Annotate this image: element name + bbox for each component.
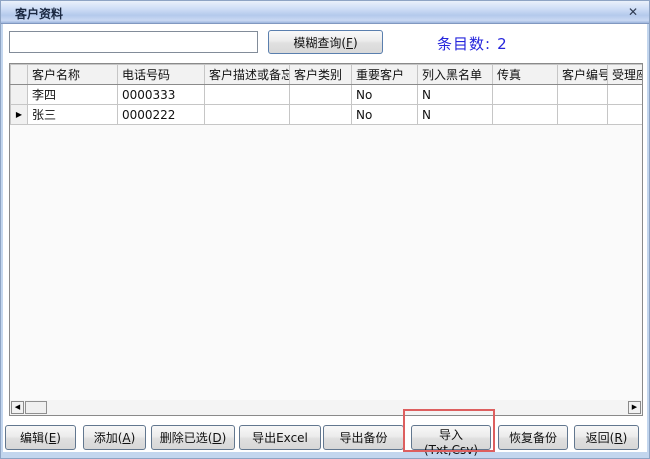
column-header-customer-id[interactable]: 客户编号 [558,65,608,85]
cell-phone[interactable]: 0000222 [118,105,205,125]
entry-count: 条目数: 2 [437,33,508,54]
add-button[interactable]: 添加(A) [83,425,146,450]
entry-count-value: 2 [497,35,508,53]
scrollbar-thumb[interactable] [25,401,47,414]
cell-agent-seat[interactable] [608,105,644,125]
current-row-indicator-icon[interactable]: ▶ [11,105,28,125]
scroll-left-icon[interactable]: ◀ [11,401,24,414]
titlebar: 客户资料 ✕ [1,1,649,24]
table-row[interactable]: 李四 0000333 No N [11,85,644,105]
cell-fax[interactable] [493,85,558,105]
cell-customer-name[interactable]: 李四 [28,85,118,105]
table-row[interactable]: ▶ 张三 0000222 No N [11,105,644,125]
search-input[interactable] [9,31,258,53]
edit-button[interactable]: 编辑(E) [5,425,76,450]
column-header-phone[interactable]: 电话号码 [118,65,205,85]
column-header-customer-name[interactable]: 客户名称 [28,65,118,85]
scroll-right-icon[interactable]: ▶ [628,401,641,414]
delete-selected-button[interactable]: 删除已选(D) [151,425,235,450]
column-header-description[interactable]: 客户描述或备忘 [205,65,290,85]
row-selector-cell[interactable] [11,85,28,105]
export-excel-button[interactable]: 导出Excel [239,425,321,450]
selector-header-cell [11,65,28,85]
entry-count-label: 条目数: [437,35,491,53]
column-header-agent-seat[interactable]: 受理座席 [608,65,644,85]
cell-phone[interactable]: 0000333 [118,85,205,105]
return-button[interactable]: 返回(R) [574,425,639,450]
horizontal-scrollbar[interactable]: ◀ ▶ [10,400,642,415]
close-icon[interactable]: ✕ [628,4,638,20]
column-header-fax[interactable]: 传真 [493,65,558,85]
customer-grid: 客户名称 电话号码 客户描述或备忘 客户类别 重要客户 列入黑名单 传真 客户编… [9,63,643,416]
cell-fax[interactable] [493,105,558,125]
cell-customer-name[interactable]: 张三 [28,105,118,125]
window-title: 客户资料 [15,5,63,22]
cell-agent-seat[interactable] [608,85,644,105]
cell-customer-id[interactable] [558,85,608,105]
header-row: 客户名称 电话号码 客户描述或备忘 客户类别 重要客户 列入黑名单 传真 客户编… [11,65,644,85]
cell-blacklist[interactable]: N [418,85,493,105]
export-backup-button[interactable]: 导出备份 [323,425,404,450]
customer-table: 客户名称 电话号码 客户描述或备忘 客户类别 重要客户 列入黑名单 传真 客户编… [10,64,643,125]
cell-description[interactable] [205,85,290,105]
cell-important[interactable]: No [352,85,418,105]
restore-backup-button[interactable]: 恢复备份 [498,425,568,450]
customer-info-window: 客户资料 ✕ 模糊查询(F) 条目数: 2 客户名称 电话号码 客户描述或备忘 客… [0,0,650,459]
cell-description[interactable] [205,105,290,125]
cell-important[interactable]: No [352,105,418,125]
column-header-blacklist[interactable]: 列入黑名单 [418,65,493,85]
import-txt-csv-button[interactable]: 导入(Txt,Csv) [411,425,491,450]
fuzzy-search-button[interactable]: 模糊查询(F) [268,30,383,54]
column-header-important[interactable]: 重要客户 [352,65,418,85]
cell-customer-id[interactable] [558,105,608,125]
column-header-category[interactable]: 客户类别 [290,65,352,85]
cell-category[interactable] [290,105,352,125]
cell-blacklist[interactable]: N [418,105,493,125]
cell-category[interactable] [290,85,352,105]
